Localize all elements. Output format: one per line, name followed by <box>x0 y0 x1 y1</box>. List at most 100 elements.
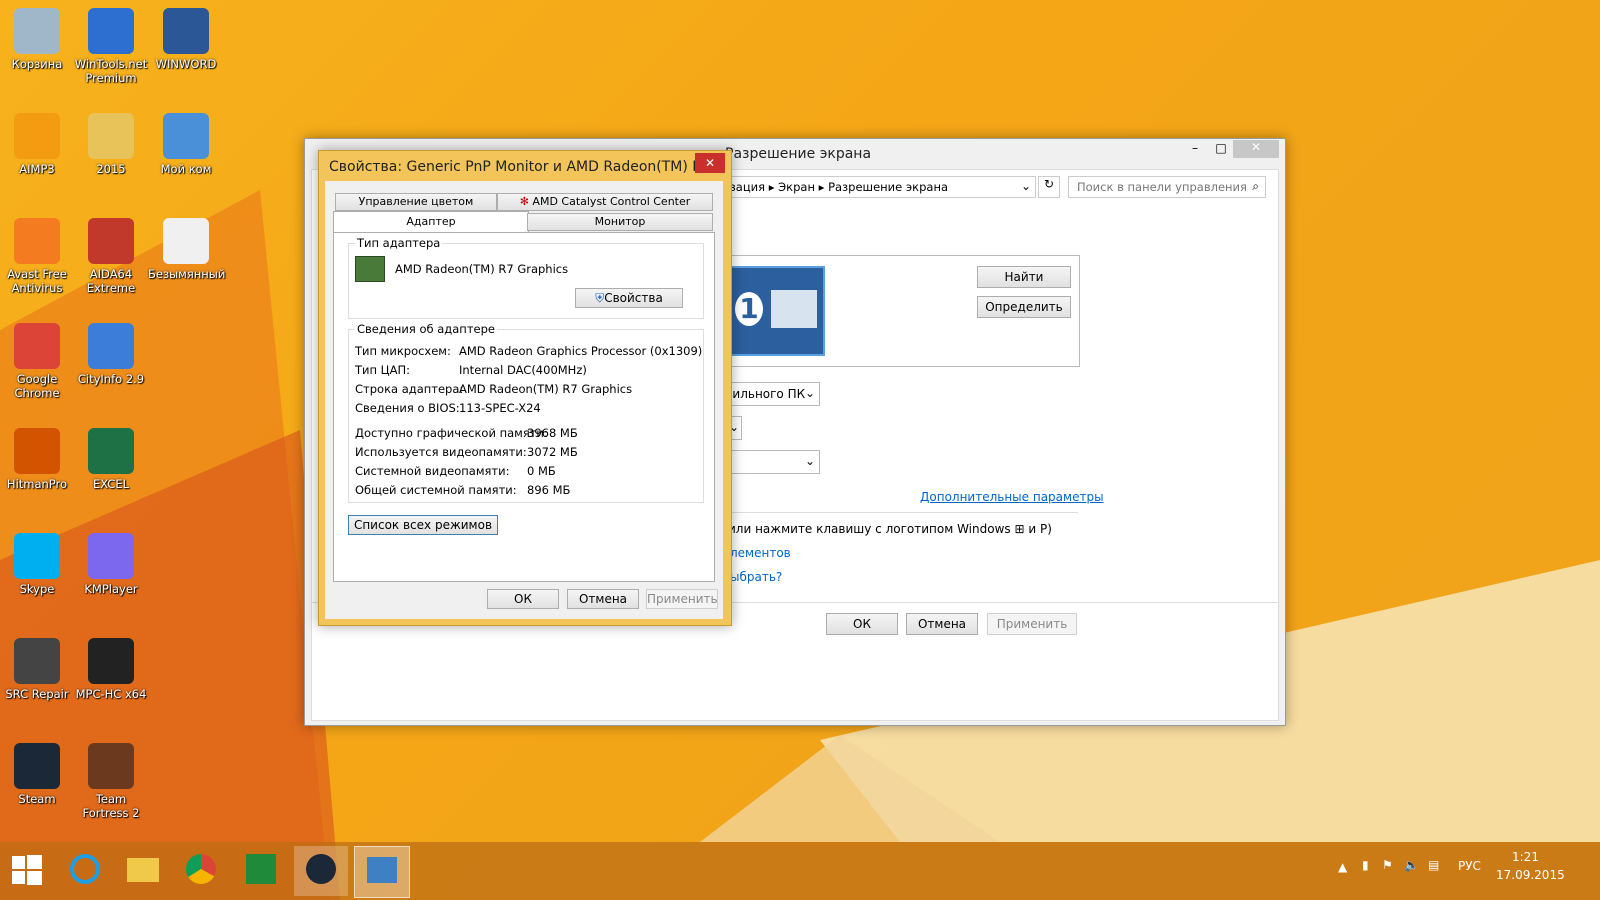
explorer-icon[interactable] <box>116 846 170 896</box>
desktop-shortcut[interactable]: Team Fortress 2 <box>73 743 149 820</box>
refresh-icon[interactable]: ↻ <box>1038 176 1060 198</box>
multiple-displays-select[interactable]: ⌄ <box>722 450 820 474</box>
breadcrumb: вация ▸ Экран ▸ Разрешение экрана <box>729 180 949 194</box>
desktop-shortcut[interactable]: Google Chrome <box>0 323 75 400</box>
steam-icon <box>14 743 60 789</box>
window-title: Разрешение экрана <box>725 146 872 162</box>
identify-button[interactable]: Определить <box>977 296 1071 318</box>
apply-button: Применить <box>987 613 1077 635</box>
memory-value: 3072 МБ <box>527 445 578 459</box>
avast-icon <box>14 218 60 264</box>
tab-amd-catalyst[interactable]: ✻ AMD Catalyst Control Center <box>497 193 713 211</box>
tray-up-arrow-icon[interactable]: ▲ <box>1338 860 1347 874</box>
language-indicator[interactable]: РУС <box>1458 859 1481 873</box>
mpc-icon <box>88 638 134 684</box>
srcrepair-icon <box>14 638 60 684</box>
desktop-shortcut[interactable]: WINWORD <box>148 8 224 71</box>
info-value: Internal DAC(400MHz) <box>459 363 587 377</box>
desktop-shortcut[interactable]: AIDA64 Extreme <box>73 218 149 295</box>
search-input[interactable]: Поиск в панели управления ⌕ <box>1068 176 1266 198</box>
tab-monitor[interactable]: Монитор <box>527 213 713 231</box>
control-panel-icon[interactable] <box>354 846 410 898</box>
adapter-name: AMD Radeon(TM) R7 Graphics <box>395 262 569 276</box>
desktop-shortcut[interactable]: Steam <box>0 743 75 806</box>
battery-icon[interactable]: ▮ <box>1362 858 1369 872</box>
desktop-shortcut[interactable]: CityInfo 2.9 <box>73 323 149 386</box>
chevron-down-icon: ⌄ <box>804 386 815 400</box>
desktop-shortcut[interactable]: AIMP3 <box>0 113 75 176</box>
memory-label: Доступно графической памяти: <box>355 426 548 440</box>
amd-icon: ✻ <box>519 195 529 208</box>
word-icon <box>163 8 209 54</box>
desktop-shortcut-label: Avast Free Antivirus <box>7 267 67 295</box>
computer-icon <box>163 113 209 159</box>
desktop-shortcut-label: 2015 <box>96 162 126 176</box>
volume-icon[interactable]: 🔈 <box>1404 858 1419 872</box>
search-icon[interactable]: ⌕ <box>1252 179 1259 194</box>
maximize-button[interactable]: □ <box>1211 141 1231 159</box>
desktop-shortcut[interactable]: Avast Free Antivirus <box>0 218 75 295</box>
list-all-modes-button[interactable]: Список всех режимов <box>348 515 498 535</box>
adapter-type-group: Тип адаптера AMD Radeon(TM) R7 Graphics … <box>348 236 704 319</box>
info-value: AMD Radeon(TM) R7 Graphics <box>459 382 633 396</box>
ie-icon[interactable] <box>58 846 112 896</box>
desktop-shortcut[interactable]: Корзина <box>0 8 75 71</box>
graphics-card-icon <box>355 256 385 282</box>
wintools-icon <box>88 8 134 54</box>
elements-link[interactable]: лементов <box>730 546 791 560</box>
desktop-shortcut-label: Мой ком <box>160 162 212 176</box>
properties-button[interactable]: ⛨Свойства <box>575 288 683 308</box>
monitor-icon[interactable]: 1 <box>729 266 825 356</box>
excel-icon <box>88 428 134 474</box>
desktop-shortcut-label: KMPlayer <box>84 582 138 596</box>
start-button[interactable] <box>0 846 54 896</box>
orientation-select[interactable]: бильного ПК ⌄ <box>722 382 820 406</box>
info-label: Сведения о BIOS: <box>355 401 460 415</box>
windows-logo-icon: ⊞ <box>1014 522 1025 536</box>
desktop-shortcut[interactable]: Skype <box>0 533 75 596</box>
store-icon[interactable] <box>234 846 288 896</box>
info-label: Тип микросхем: <box>355 344 451 358</box>
clock-date[interactable]: 17.09.2015 <box>1496 868 1565 882</box>
desktop-shortcut[interactable]: WinTools.net Premium <box>73 8 149 85</box>
desktop-shortcut[interactable]: Мой ком <box>148 113 224 176</box>
minimize-button[interactable]: – <box>1185 141 1205 159</box>
network-icon[interactable]: ▤ <box>1428 858 1439 872</box>
desktop-shortcut[interactable]: HitmanPro <box>0 428 75 491</box>
image-file-icon <box>163 218 209 264</box>
desktop-shortcut-label: Корзина <box>11 57 63 71</box>
apply-button: Применить <box>646 589 718 609</box>
info-label: Тип ЦАП: <box>355 363 410 377</box>
desktop-shortcut[interactable]: Безымянный <box>148 218 225 281</box>
desktop-shortcut-label: AIDA64 Extreme <box>86 267 136 295</box>
steam-icon[interactable] <box>294 846 348 896</box>
tab-adapter[interactable]: Адаптер <box>333 211 529 234</box>
desktop-shortcut-label: WINWORD <box>155 57 217 71</box>
desktop-shortcut[interactable]: 2015 <box>73 113 149 176</box>
choose-link[interactable]: ыбрать? <box>730 570 782 584</box>
desktop-shortcut[interactable]: KMPlayer <box>73 533 149 596</box>
chevron-down-icon[interactable]: ⌄ <box>1021 179 1031 193</box>
close-button[interactable]: ✕ <box>695 153 725 173</box>
cancel-button[interactable]: Отмена <box>567 589 639 609</box>
close-button[interactable]: ✕ <box>1233 140 1279 158</box>
aimp-icon <box>14 113 60 159</box>
hint-text: или нажмите клавишу с логотипом Windows … <box>728 522 1052 536</box>
clock-time[interactable]: 1:21 <box>1512 850 1539 864</box>
desktop-shortcut-label: SRC Repair <box>5 687 69 701</box>
folder-icon <box>88 113 134 159</box>
address-bar[interactable]: вация ▸ Экран ▸ Разрешение экрана ⌄ <box>722 176 1036 198</box>
desktop-shortcut[interactable]: SRC Repair <box>0 638 75 701</box>
desktop-shortcut[interactable]: MPC-HC x64 <box>73 638 149 701</box>
tab-color-management[interactable]: Управление цветом <box>335 193 497 211</box>
flag-icon[interactable]: ⚑ <box>1382 858 1393 872</box>
ok-button[interactable]: ОК <box>826 613 898 635</box>
adapter-properties-dialog: Свойства: Generic PnP Monitor и AMD Rade… <box>318 150 732 626</box>
cancel-button[interactable]: Отмена <box>906 613 978 635</box>
desktop-shortcut[interactable]: EXCEL <box>73 428 149 491</box>
chrome-icon[interactable] <box>174 846 228 896</box>
ok-button[interactable]: ОК <box>487 589 559 609</box>
find-button[interactable]: Найти <box>977 266 1071 288</box>
advanced-settings-link[interactable]: Дополнительные параметры <box>920 490 1104 504</box>
info-value: AMD Radeon Graphics Processor (0x1309) <box>459 344 703 358</box>
